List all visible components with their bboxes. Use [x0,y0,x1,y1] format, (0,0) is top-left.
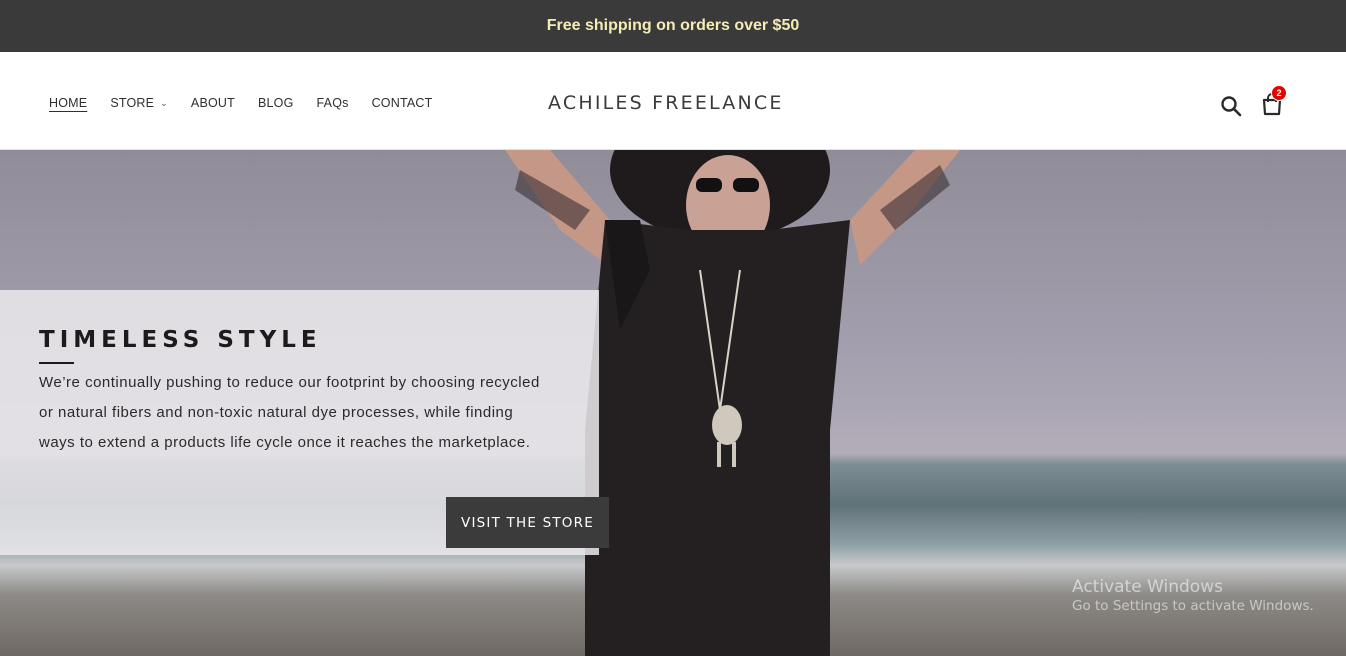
nav-item-label: BLOG [257,96,294,110]
watermark-subtitle: Go to Settings to activate Windows. [1072,598,1314,614]
nav-item-label: STORE [110,96,155,110]
nav-item-blog[interactable]: BLOG [258,96,294,110]
nav-item-label: FAQs [316,96,349,110]
title-divider [39,362,74,364]
chevron-down-icon: ⌄ [160,97,168,108]
nav-item-label: ABOUT [190,96,235,110]
hero-title: TIMELESS STYLE [39,327,322,353]
search-icon[interactable] [1220,95,1242,117]
nav-item-label: HOME [49,96,88,110]
nav-item-about[interactable]: ABOUT [191,96,235,110]
nav-item-home[interactable]: HOME [49,96,87,110]
cart-count-badge: 2 [1271,85,1287,101]
nav-item-faqs[interactable]: FAQs [317,96,349,110]
announcement-bar: Free shipping on orders over $50 [0,0,1346,52]
announcement-text: Free shipping on orders over $50 [546,17,800,34]
nav-item-label: CONTACT [371,96,433,110]
watermark-title: Activate Windows [1072,577,1223,597]
hero-description: We’re continually pushing to reduce our … [39,374,540,451]
site-header: HOME STORE ⌄ ABOUT BLOG FAQs CONTACT ACHI… [0,52,1346,150]
nav-item-contact[interactable]: CONTACT [372,96,433,110]
visit-store-button[interactable]: VISIT THE STORE [446,497,609,548]
nav-item-store[interactable]: STORE ⌄ [110,96,168,110]
activation-watermark: Activate Windows Go to Settings to activ… [1072,577,1314,614]
main-nav: HOME STORE ⌄ ABOUT BLOG FAQs CONTACT [49,96,455,110]
brand-logo[interactable]: ACHILES FREELANCE [548,92,784,114]
hero-banner: TIMELESS STYLE We’re continually pushing… [0,150,1346,656]
